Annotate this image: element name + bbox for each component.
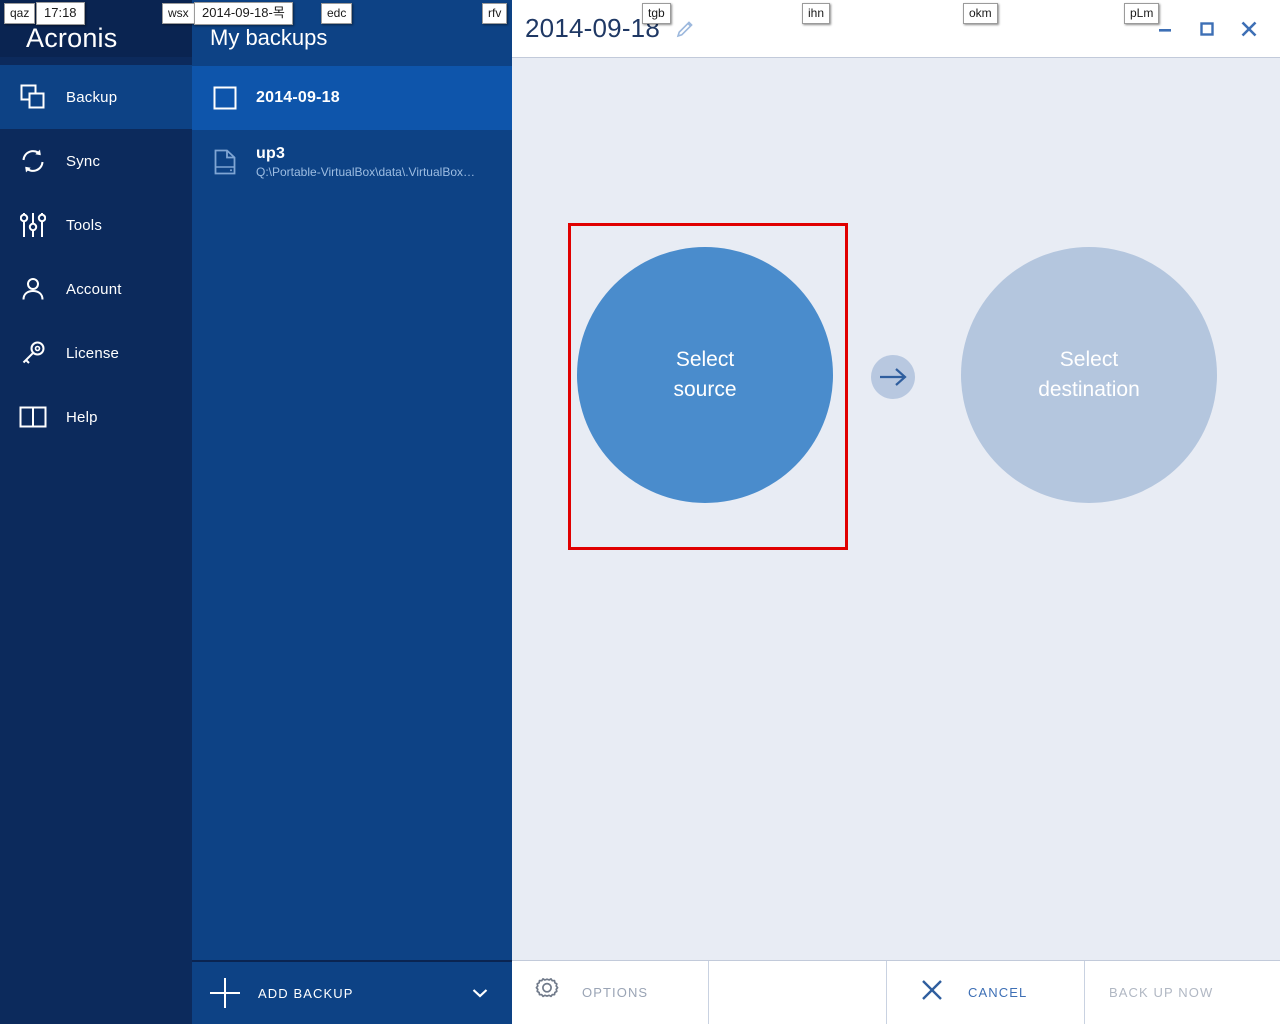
overlay-tag: tgb (642, 3, 671, 24)
book-icon (18, 402, 48, 432)
sidebar-item-sync[interactable]: Sync (0, 129, 192, 193)
add-backup-button[interactable]: ADD BACKUP (192, 960, 512, 1024)
list-item-texts: 2014-09-18 (256, 89, 340, 107)
brand-text: Acronis (26, 23, 118, 53)
plus-icon (210, 978, 240, 1008)
backup-flow: Select source Select destination (512, 58, 1280, 618)
overlay-tag: pLm (1124, 3, 1160, 24)
key-icon (18, 338, 48, 368)
square-icon (210, 83, 240, 113)
list-item-title: up3 (256, 145, 286, 162)
sidebar-item-label: License (66, 344, 120, 362)
sidebar-item-label: Tools (66, 216, 103, 234)
person-icon (18, 274, 48, 304)
sidebar-item-tools[interactable]: Tools (0, 193, 192, 257)
sidebar-items: Backup Sync Tools Account License Help (0, 57, 192, 449)
toolbar-spacer (708, 961, 886, 1024)
back-up-now-label: BACK UP NOW (1109, 985, 1214, 1000)
page-title: 2014-09-18 (525, 13, 660, 43)
add-backup-label: ADD BACKUP (258, 985, 354, 1001)
select-destination-label: Select destination (1038, 348, 1140, 401)
sidebar-item-help[interactable]: Help (0, 385, 192, 449)
acronis-window: Acronis Backup Sync Tools Account Licens… (0, 0, 1280, 1024)
sidebar-item-backup[interactable]: Backup (0, 65, 192, 129)
options-label: OPTIONS (582, 985, 649, 1000)
overlay-value: 2014-09-18-목 (194, 2, 293, 25)
copy-icon (18, 82, 48, 112)
close-x-icon (920, 978, 944, 1007)
list-item[interactable]: 2014-09-18 (192, 66, 512, 130)
back-up-now-button[interactable]: BACK UP NOW (1084, 961, 1280, 1024)
gear-icon (532, 975, 562, 1010)
options-button[interactable]: OPTIONS (512, 961, 708, 1024)
window-controls (1144, 12, 1280, 46)
sidebar: Acronis Backup Sync Tools Account Licens… (0, 0, 192, 1024)
select-source-button[interactable]: Select source (577, 247, 833, 503)
file-icon (210, 147, 240, 177)
list-item-title: 2014-09-18 (256, 89, 340, 106)
maximize-icon[interactable] (1186, 12, 1228, 46)
sliders-icon (18, 210, 48, 240)
overlay-tag: okm (963, 3, 998, 24)
overlay-tag: edc (321, 3, 353, 24)
main-content: Select source Select destination (512, 57, 1280, 960)
sidebar-item-license[interactable]: License (0, 321, 192, 385)
select-destination-button[interactable]: Select destination (961, 247, 1217, 503)
list-item-texts: up3 Q:\Portable-VirtualBox\data\.Virtual… (256, 145, 475, 179)
sidebar-item-label: Sync (66, 152, 101, 170)
pencil-icon[interactable] (674, 18, 696, 40)
backup-list-panel: My backups 2014-09-18 up3 Q:\Portable-Vi… (192, 0, 512, 1024)
sidebar-item-account[interactable]: Account (0, 257, 192, 321)
overlay-value: 17:18 (36, 2, 85, 25)
overlay-tag: rfv (482, 3, 508, 24)
list-item-path: Q:\Portable-VirtualBox\data\.VirtualBox… (256, 165, 475, 179)
overlay-tag: wsx (162, 3, 195, 24)
cancel-label: CANCEL (968, 985, 1028, 1000)
backup-list-rows: 2014-09-18 up3 Q:\Portable-VirtualBox\da… (192, 57, 512, 194)
sidebar-item-label: Account (66, 280, 122, 298)
overlay-tag: ihn (802, 3, 831, 24)
arrow-right-icon[interactable] (871, 355, 915, 399)
backup-list-title: My backups (210, 25, 328, 50)
cancel-button[interactable]: CANCEL (886, 961, 1084, 1024)
sync-icon (18, 146, 48, 176)
chevron-down-icon[interactable] (472, 986, 488, 1001)
sidebar-item-label: Help (66, 408, 98, 426)
main-header: 2014-09-18 (512, 0, 1280, 57)
bottom-toolbar: OPTIONS CANCEL BACK UP NOW (512, 960, 1280, 1024)
list-item[interactable]: up3 Q:\Portable-VirtualBox\data\.Virtual… (192, 130, 512, 194)
sidebar-item-label: Backup (66, 88, 118, 106)
close-icon[interactable] (1228, 12, 1270, 46)
overlay-tag: qaz (4, 3, 36, 24)
select-source-label: Select source (673, 348, 737, 401)
